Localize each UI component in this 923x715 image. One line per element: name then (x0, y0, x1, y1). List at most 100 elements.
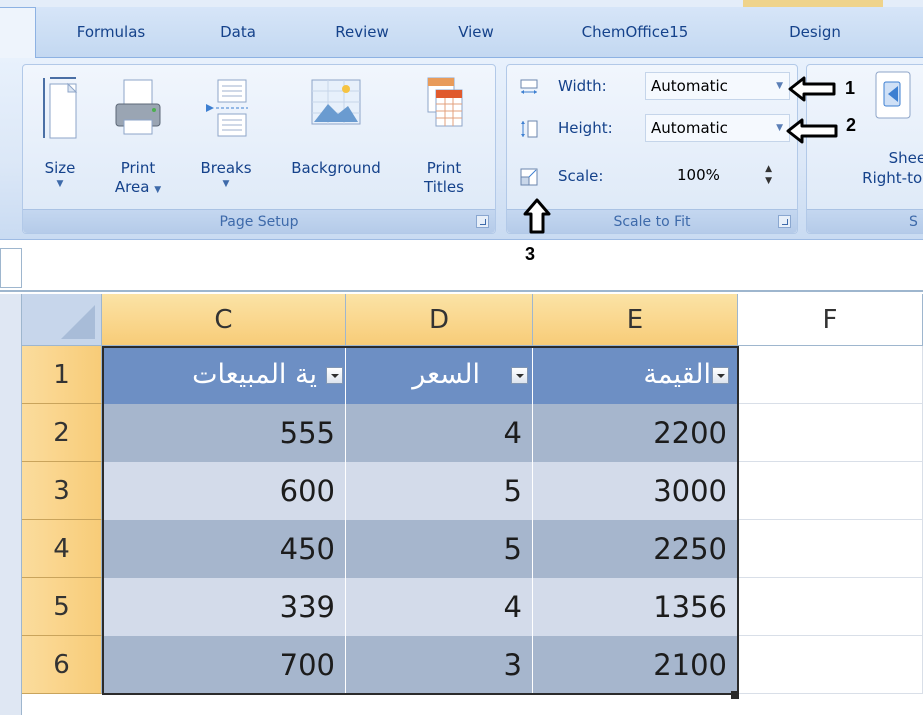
empty-cell[interactable] (738, 404, 923, 462)
breaks-label: Breaks (200, 159, 252, 177)
width-chevron-down-icon: ▼ (776, 81, 783, 91)
print-area-icon (115, 79, 161, 135)
callout-number-3: 3 (525, 244, 536, 264)
height-dropdown[interactable]: Automatic ▼ (645, 114, 790, 142)
width-label: Width: (558, 77, 607, 95)
size-label: Size (44, 159, 76, 177)
print-area-label-2: Area (114, 178, 150, 196)
sheet-label: Sheet (888, 149, 923, 167)
height-chevron-down-icon: ▼ (776, 123, 783, 133)
breaks-dropdown-icon: ▼ (222, 179, 230, 189)
empty-cell[interactable] (738, 636, 923, 694)
worksheet-grid[interactable]: C D E F 1 2 3 4 5 6 ية المبيعات السعر ال… (0, 294, 923, 715)
formula-bar-area: 3 (0, 240, 923, 292)
background-label: Background (291, 159, 381, 177)
table-header-cell[interactable]: القيمة (533, 346, 738, 404)
filter-dropdown-icon[interactable] (511, 367, 528, 384)
empty-cell[interactable] (738, 578, 923, 636)
row-header-5[interactable]: 5 (22, 578, 102, 636)
grid-left-edge (0, 294, 22, 715)
print-titles-label-1: Print (426, 159, 462, 177)
table-cell[interactable]: 5 (346, 520, 533, 578)
table-cell[interactable]: 600 (102, 462, 346, 520)
table-cell[interactable]: 3 (346, 636, 533, 694)
sheet-right-to-left-icon (875, 71, 911, 119)
table-header-cell[interactable]: ية المبيعات (102, 346, 346, 404)
column-header-c[interactable]: C (102, 294, 346, 346)
print-titles-button[interactable]: Print Titles (410, 68, 478, 218)
table-cell[interactable]: 2250 (533, 520, 738, 578)
background-button[interactable]: Background (272, 68, 400, 218)
print-titles-icon (427, 77, 463, 127)
scale-value: 100% (677, 166, 720, 184)
row-header-4[interactable]: 4 (22, 520, 102, 578)
ribbon-tab-bar: Formulas Data Review View ChemOffice15 D… (0, 0, 923, 58)
tab-review[interactable]: Review (322, 7, 402, 58)
print-titles-label-2: Titles (424, 178, 464, 196)
height-icon (521, 120, 538, 138)
scale-icon (520, 168, 538, 186)
row-header-1[interactable]: 1 (22, 346, 102, 404)
table-cell[interactable]: 2200 (533, 404, 738, 462)
ribbon-body: Page Setup Size ▼ Print Area ▼ Breaks ▼ … (0, 58, 923, 240)
height-label: Height: (558, 119, 613, 137)
scale-down-icon[interactable]: ▼ (765, 168, 772, 194)
width-icon (520, 79, 538, 94)
row-header-6[interactable]: 6 (22, 636, 102, 694)
size-button[interactable]: Size ▼ (30, 68, 90, 218)
column-header-e[interactable]: E (533, 294, 738, 346)
callout-arrow-2 (786, 118, 838, 144)
empty-cell[interactable] (738, 520, 923, 578)
tab-page-layout-active[interactable] (0, 7, 36, 58)
width-value: Automatic (651, 77, 728, 95)
scale-label: Scale: (558, 167, 604, 185)
filter-dropdown-icon[interactable] (712, 367, 729, 384)
size-icon (43, 77, 78, 139)
row-header-3[interactable]: 3 (22, 462, 102, 520)
scale-spinner[interactable]: 100% ▲ ▼ (645, 162, 790, 190)
contextual-tab-highlight (743, 0, 883, 7)
table-cell[interactable]: 2100 (533, 636, 738, 694)
table-header-cell[interactable]: السعر (346, 346, 533, 404)
table-cell[interactable]: 339 (102, 578, 346, 636)
print-area-dropdown-icon: ▼ (154, 185, 162, 195)
print-area-button[interactable]: Print Area ▼ (102, 68, 174, 218)
breaks-button[interactable]: Breaks ▼ (190, 68, 262, 218)
column-header-f[interactable]: F (738, 294, 923, 346)
background-picture-icon (311, 79, 361, 125)
filter-dropdown-icon[interactable] (326, 367, 343, 384)
table-cell[interactable]: 4 (346, 404, 533, 462)
callout-arrow-1 (788, 76, 836, 102)
scale-to-fit-dialog-launcher-icon[interactable] (778, 215, 791, 228)
row-header-2[interactable]: 2 (22, 404, 102, 462)
height-value: Automatic (651, 119, 728, 137)
right-to-left-label: Right-to-l (862, 169, 923, 187)
callout-number-1: 1 (845, 78, 856, 98)
table-cell[interactable]: 1356 (533, 578, 738, 636)
print-area-label-1: Print (120, 159, 156, 177)
width-dropdown[interactable]: Automatic ▼ (645, 72, 790, 100)
tab-formulas[interactable]: Formulas (66, 7, 156, 58)
size-dropdown-icon: ▼ (56, 179, 64, 189)
scale-row: Scale: (520, 162, 640, 192)
name-box-edge[interactable] (0, 248, 22, 288)
table-cell[interactable]: 4 (346, 578, 533, 636)
height-row: Height: (520, 114, 640, 144)
tab-design[interactable]: Design (775, 7, 855, 58)
table-cell[interactable]: 5 (346, 462, 533, 520)
callout-arrow-3 (523, 198, 551, 234)
select-all-corner[interactable] (22, 294, 102, 346)
tab-view[interactable]: View (446, 7, 506, 58)
width-row: Width: (520, 72, 640, 102)
table-cell[interactable]: 3000 (533, 462, 738, 520)
breaks-icon (206, 79, 248, 137)
empty-cell[interactable] (738, 462, 923, 520)
empty-cell[interactable] (738, 346, 923, 404)
tab-chemoffice15[interactable]: ChemOffice15 (555, 7, 715, 58)
table-cell[interactable]: 450 (102, 520, 346, 578)
tab-data[interactable]: Data (208, 7, 268, 58)
table-cell[interactable]: 555 (102, 404, 346, 462)
table-resize-handle[interactable] (731, 691, 739, 699)
table-cell[interactable]: 700 (102, 636, 346, 694)
column-header-d[interactable]: D (346, 294, 533, 346)
